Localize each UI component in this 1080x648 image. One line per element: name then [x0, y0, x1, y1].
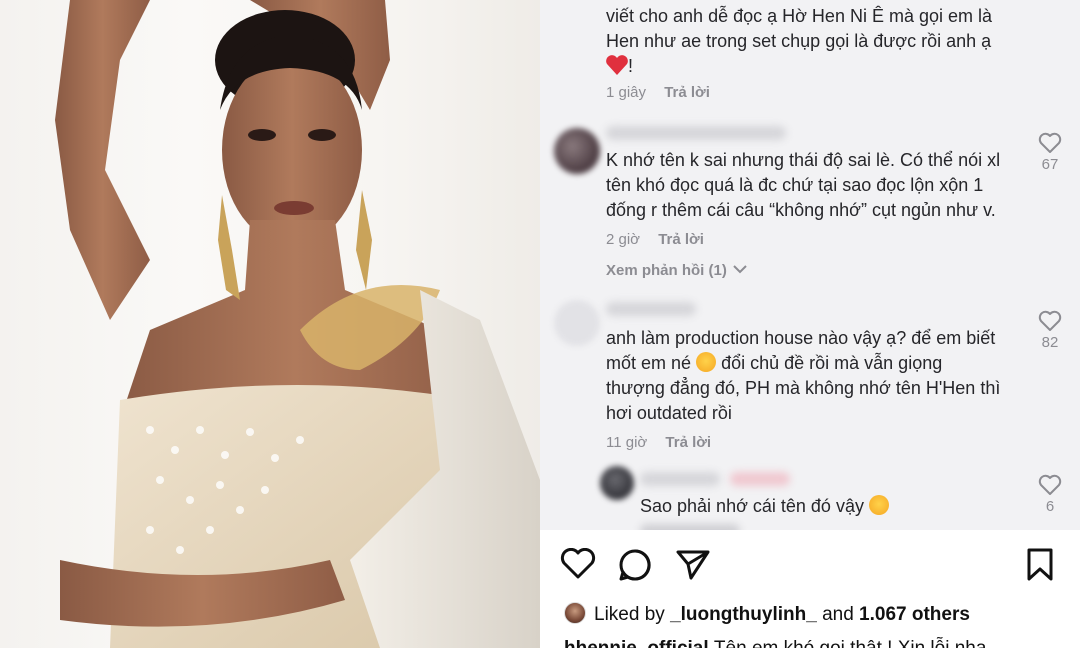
- avatar[interactable]: [554, 128, 600, 174]
- smiling-hearts-emoji-icon: [696, 352, 717, 372]
- share-post-button[interactable]: [676, 550, 710, 585]
- red-heart-emoji-icon: [606, 55, 628, 75]
- redacted-username: [606, 126, 786, 140]
- bookmark-icon: [1027, 548, 1053, 581]
- comment-like-button[interactable]: 82: [1032, 310, 1068, 351]
- heart-outline-icon: [1038, 132, 1062, 153]
- model-photo-illustration: [55, 0, 540, 648]
- redacted-username: [606, 302, 696, 316]
- like-count: 67: [1041, 156, 1059, 173]
- comment-text: viết cho anh dễ đọc ạ Hờ Hen Ni Ê mà gọi…: [606, 6, 992, 76]
- comment-post-button[interactable]: [618, 548, 652, 587]
- avatar[interactable]: [564, 602, 586, 624]
- comment-time: 2 giờ: [606, 231, 641, 248]
- comments-screenshot: viết cho anh dễ đọc ạ Hờ Hen Ni Ê mà gọi…: [540, 0, 1080, 530]
- heart-icon: [560, 547, 596, 579]
- post-actions-bar: Liked by _luongthuylinh_ and 1.067 other…: [540, 530, 1080, 648]
- reply-button[interactable]: Trả lời: [664, 84, 710, 101]
- avatar[interactable]: [600, 466, 634, 500]
- heart-outline-icon: [1038, 474, 1062, 495]
- caption-text: Tên em khó gọi thật ! Xin lỗi nha: [714, 638, 987, 648]
- chevron-down-icon: [733, 265, 747, 274]
- paper-plane-icon: [676, 550, 710, 580]
- comment-text: Sao phải nhớ cái tên đó vậy: [640, 494, 1070, 519]
- comment-text: K nhớ tên k sai nhưng thái độ sai lè. Có…: [606, 150, 1001, 220]
- comment-meta: 1 giây Trả lời: [606, 84, 710, 101]
- post-photo: [0, 0, 540, 648]
- comment-like-button[interactable]: 6: [1032, 474, 1068, 515]
- comment-text: anh làm production house nào vậy ạ? để e…: [606, 328, 1001, 423]
- avatar[interactable]: [554, 300, 600, 346]
- redacted-username: [640, 472, 720, 486]
- redacted-badge: [730, 472, 790, 486]
- comment-like-button[interactable]: 67: [1032, 132, 1068, 173]
- comment-bubble-icon: [619, 549, 651, 581]
- tears-of-joy-emoji-icon: [868, 495, 889, 515]
- reply-button[interactable]: Trả lời: [658, 231, 704, 248]
- comment-meta: 2 giờ Trả lời: [606, 231, 704, 248]
- like-post-button[interactable]: [560, 547, 596, 585]
- comment-time: 1 giây: [606, 84, 647, 101]
- like-count: 82: [1041, 334, 1059, 351]
- view-replies-button[interactable]: Xem phản hồi (1): [606, 262, 747, 279]
- like-count: 6: [1045, 498, 1055, 515]
- post-caption: hhennie_official Tên em khó gọi thật ! X…: [564, 638, 986, 648]
- heart-outline-icon: [1038, 310, 1062, 331]
- liked-by-line: Liked by _luongthuylinh_ and 1.067 other…: [564, 602, 970, 626]
- reply-button[interactable]: Trả lời: [665, 434, 711, 451]
- save-post-button[interactable]: [1026, 548, 1054, 587]
- comment-time: 11 giờ: [606, 434, 648, 451]
- liked-by-username[interactable]: _luongthuylinh_: [670, 604, 817, 625]
- liked-others-link[interactable]: 1.067 others: [859, 604, 970, 625]
- caption-username[interactable]: hhennie_official: [564, 638, 709, 648]
- comment-meta: 11 giờ Trả lời: [606, 434, 711, 451]
